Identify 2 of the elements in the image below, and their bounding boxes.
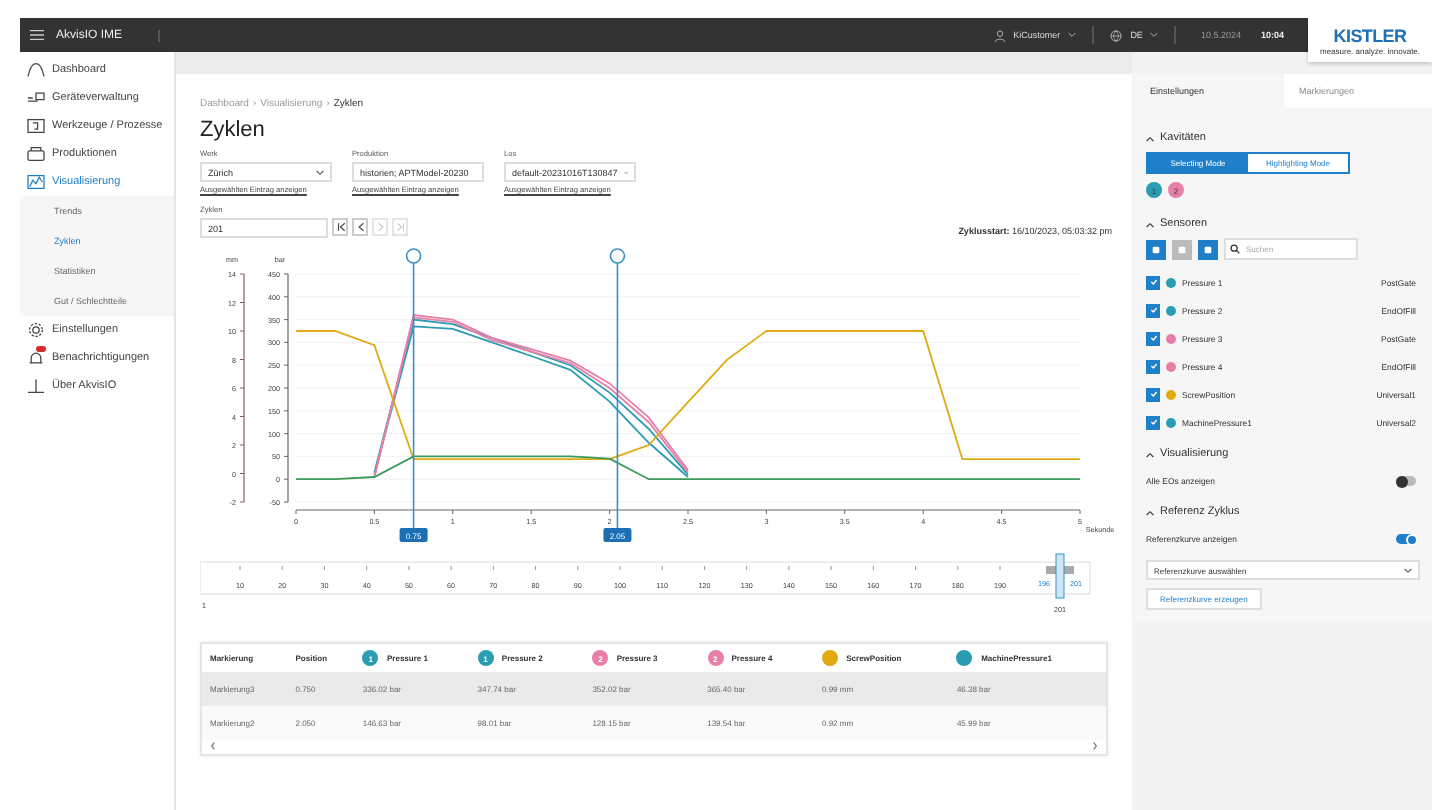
logo-text: KISTLER <box>1333 25 1407 45</box>
page-title: Zyklen <box>200 118 267 142</box>
